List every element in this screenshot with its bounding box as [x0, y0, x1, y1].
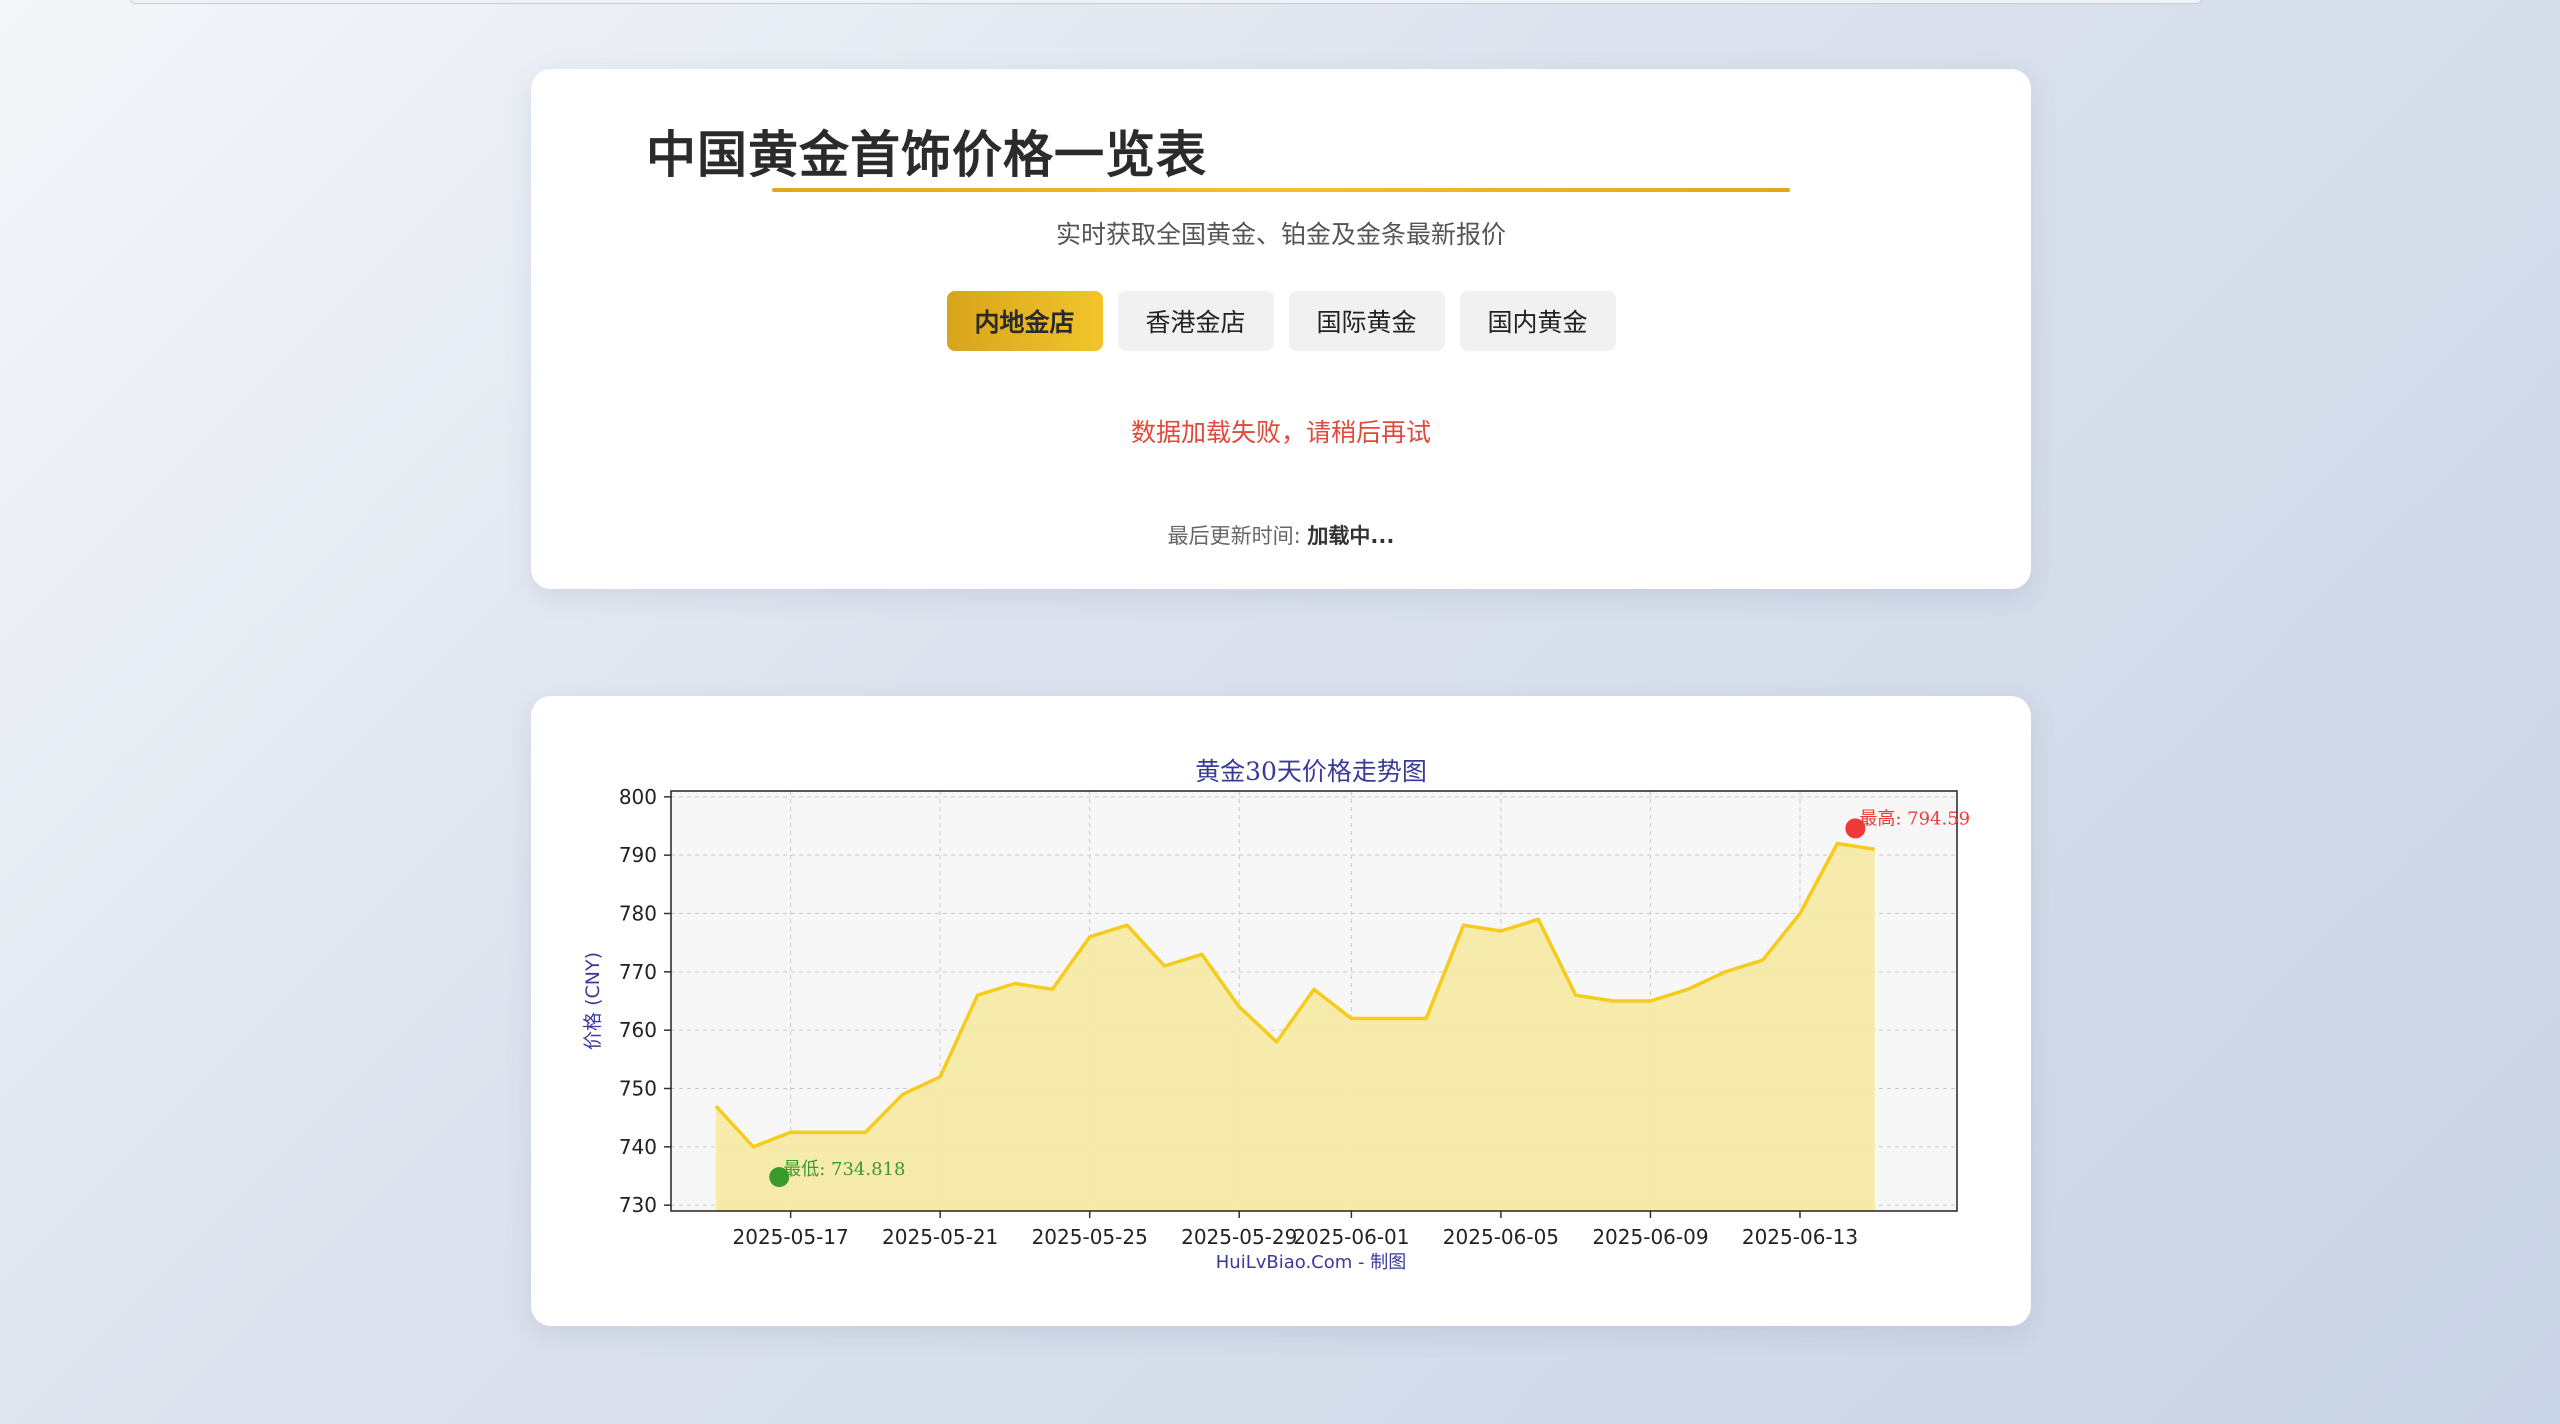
x-tick-label: 2025-05-25: [1032, 1225, 1148, 1249]
tab-international-gold[interactable]: 国际黄金: [1288, 291, 1445, 351]
last-updated-value: 加载中...: [1307, 524, 1395, 548]
tab-mainland-stores[interactable]: 内地金店: [946, 291, 1103, 351]
price-trend-card: 黄金30天价格走势图 730 740 750 760 770 780 790 800 2025-…: [531, 696, 2031, 1326]
tab-domestic-gold[interactable]: 国内黄金: [1459, 291, 1616, 351]
x-tick-label: 2025-05-21: [882, 1225, 998, 1249]
y-axis-label: 价格 (CNY): [582, 952, 604, 1050]
x-tick-label: 2025-06-09: [1592, 1225, 1708, 1249]
tab-hongkong-stores[interactable]: 香港金店: [1117, 291, 1274, 351]
x-tick-label: 2025-06-01: [1293, 1225, 1409, 1249]
y-tick-label: 790: [619, 843, 657, 867]
x-axis-credit: HuiLvBiao.Com - 制图: [1216, 1252, 1406, 1273]
price-trend-chart: 黄金30天价格走势图 730 740 750 760 770 780 790 800 2025-…: [582, 757, 1970, 1273]
browser-top-edge: [130, 0, 2202, 4]
y-tick-label: 760: [619, 1018, 657, 1042]
y-tick-label: 780: [619, 902, 657, 926]
x-tick-label: 2025-05-17: [733, 1225, 849, 1249]
x-tick-label: 2025-06-13: [1742, 1225, 1858, 1249]
title-underline: [772, 188, 1790, 192]
y-tick-label: 750: [619, 1077, 657, 1101]
y-tick-label: 730: [619, 1193, 657, 1217]
last-updated: 最后更新时间: 加载中...: [531, 520, 2031, 550]
x-tick-label: 2025-05-29: [1181, 1225, 1297, 1249]
last-updated-label: 最后更新时间:: [1167, 524, 1301, 548]
min-point-label: 最低: 734.818: [783, 1159, 905, 1180]
page-title: 中国黄金首饰价格一览表: [646, 126, 1207, 184]
y-tick-label: 740: [619, 1135, 657, 1159]
max-point-label: 最高: 794.59: [1859, 808, 1970, 829]
price-header-card: 中国黄金首饰价格一览表 实时获取全国黄金、铂金及金条最新报价 内地金店 香港金店…: [531, 69, 2031, 589]
chart-title: 黄金30天价格走势图: [1195, 757, 1427, 786]
y-tick-label: 800: [619, 785, 657, 809]
x-tick-label: 2025-06-05: [1443, 1225, 1559, 1249]
market-tabs: 内地金店 香港金店 国际黄金 国内黄金: [531, 291, 2031, 351]
plot-area: 730 740 750 760 770 780 790 800 2025-05-17 2025-0…: [619, 785, 1970, 1249]
page-subtitle: 实时获取全国黄金、铂金及金条最新报价: [1055, 220, 1506, 249]
y-tick-label: 770: [619, 960, 657, 984]
error-message: 数据加载失败，请稍后再试: [1130, 418, 1431, 447]
